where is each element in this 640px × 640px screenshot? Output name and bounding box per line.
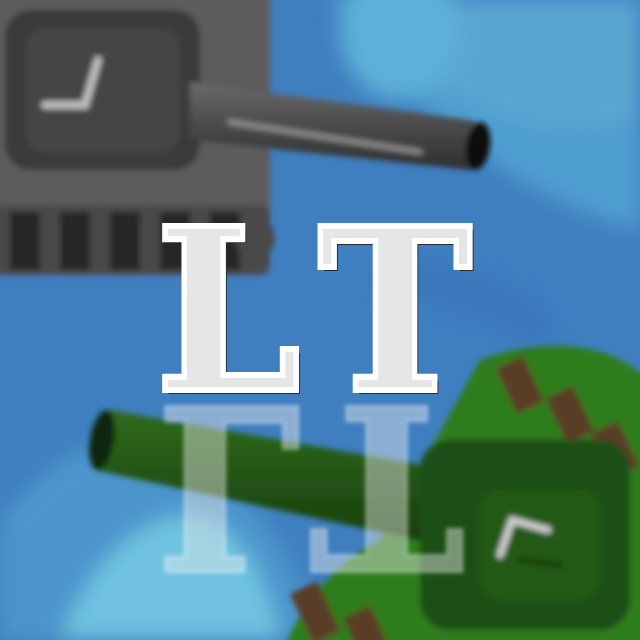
battle-scene bbox=[0, 0, 640, 640]
game-icon: L T L T bbox=[0, 0, 640, 640]
gray-tank-tread-segment bbox=[160, 212, 190, 270]
gray-tank-tread-segment bbox=[10, 212, 40, 270]
gray-tank-tread-segment bbox=[110, 212, 140, 270]
gray-tank-tread-segment bbox=[60, 212, 90, 270]
